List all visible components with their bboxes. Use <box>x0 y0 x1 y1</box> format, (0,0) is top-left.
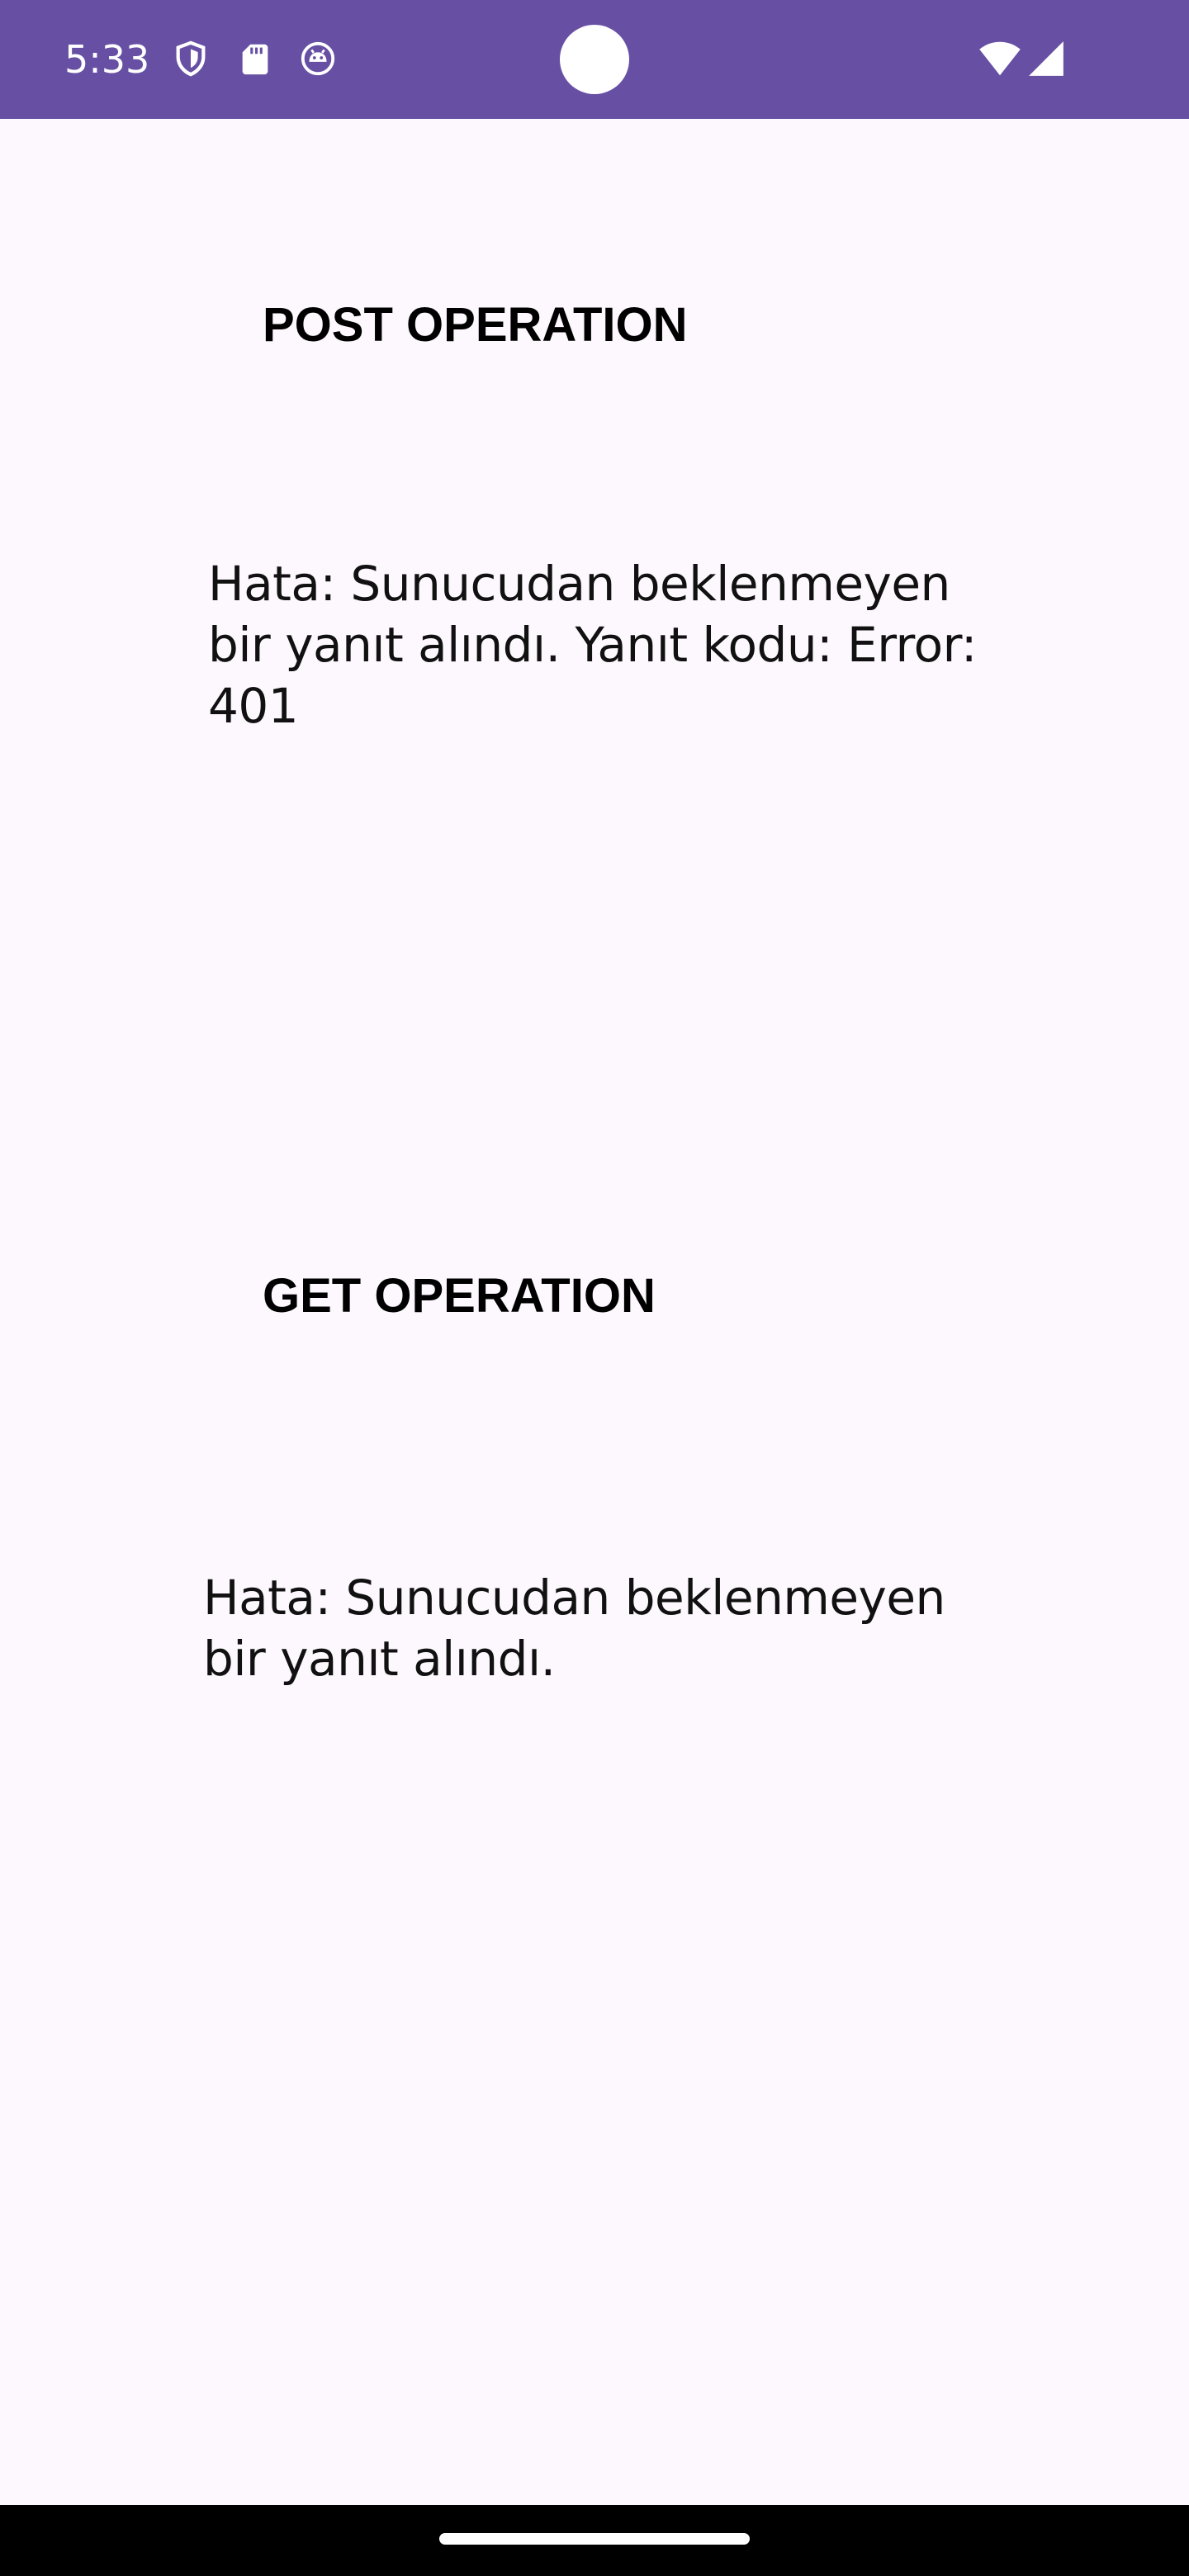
get-operation-title: GET OPERATION <box>263 1269 656 1323</box>
cellular-signal-icon <box>1026 38 1067 79</box>
android-debug-icon <box>299 40 337 78</box>
app-screen: 5:33 POST OPERATION Hata: Sunucudan bekl… <box>0 0 1189 2576</box>
home-gesture-handle[interactable] <box>439 2533 750 2545</box>
main-content: POST OPERATION Hata: Sunucudan beklenmey… <box>0 119 1189 2505</box>
status-bar: 5:33 <box>0 0 1189 119</box>
navigation-bar <box>0 2505 1189 2576</box>
sd-card-icon <box>236 40 274 78</box>
shield-icon <box>172 40 210 78</box>
get-operation-message: Hata: Sunucudan beklenmeyen bir yanıt al… <box>203 1570 945 1687</box>
post-operation-message: Hata: Sunucudan beklenmeyen bir yanıt al… <box>208 556 977 734</box>
wifi-icon <box>978 38 1022 79</box>
status-time: 5:33 <box>64 37 150 82</box>
camera-cutout <box>560 25 629 94</box>
post-operation-title: POST OPERATION <box>263 298 688 352</box>
